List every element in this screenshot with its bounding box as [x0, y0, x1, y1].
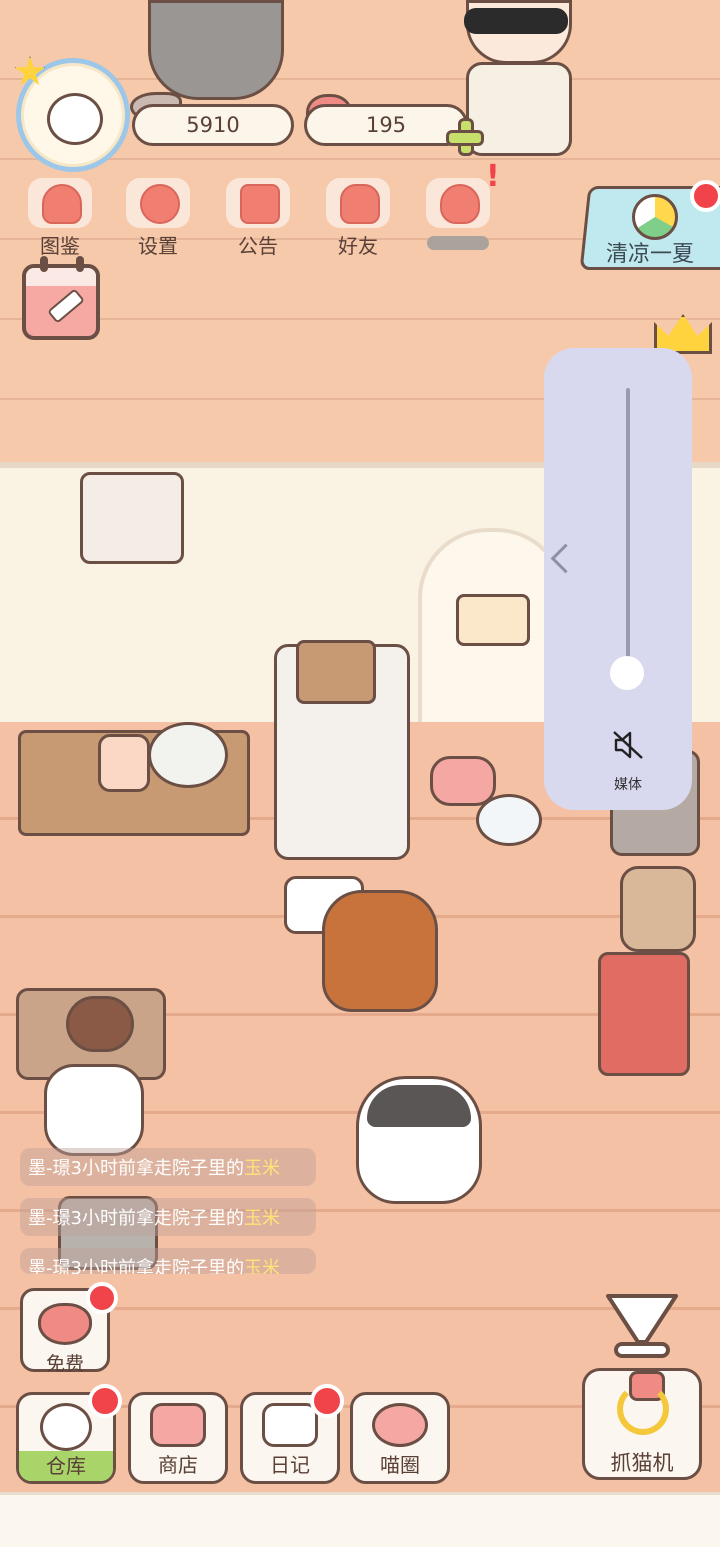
check-in-calendar-button[interactable]: [22, 256, 100, 340]
nav-shop-label: 商店: [158, 1453, 198, 1477]
menu-notice-label: 公告: [238, 234, 278, 258]
cat-book-icon: [28, 178, 92, 228]
claw-machine-button[interactable]: 抓猫机: [582, 1368, 702, 1480]
microwave[interactable]: [80, 472, 184, 564]
nav-shop-button[interactable]: 商店: [128, 1392, 228, 1484]
menu-settings-button[interactable]: 设置: [116, 178, 200, 262]
fish-coin-value: 5910: [186, 113, 240, 137]
alert-icon: !: [486, 159, 500, 194]
nav-storage-label: 仓库: [46, 1454, 86, 1478]
menu-heart-bar: [427, 236, 489, 250]
heart-break-icon: [426, 178, 490, 228]
shop-icon: [150, 1403, 206, 1447]
diary-icon: [262, 1403, 318, 1447]
brown-cat[interactable]: [66, 996, 134, 1052]
chat-user: 墨-璟: [28, 1158, 71, 1179]
mute-icon[interactable]: [612, 730, 644, 760]
down-arrow-icon: [606, 1294, 678, 1358]
rice-cooker[interactable]: [44, 1064, 144, 1156]
cat-head-patch: [367, 1085, 471, 1127]
gray-cat-sprite[interactable]: [148, 0, 284, 100]
heart-value: 195: [365, 113, 407, 137]
tabby-cat[interactable]: [322, 890, 438, 1012]
chat-user: 墨-璟: [28, 1258, 71, 1274]
free-notification-dot: [86, 1282, 118, 1314]
claw-machine-label: 抓猫机: [610, 1451, 674, 1475]
menu-settings-label: 设置: [138, 234, 178, 258]
menu-notice-button[interactable]: 公告: [216, 178, 300, 262]
gift-icon: [226, 178, 290, 228]
pencil-icon: [47, 288, 85, 324]
nav-cat-circle-button[interactable]: 喵圈: [350, 1392, 450, 1484]
storage-icon: [40, 1403, 92, 1451]
hanging-lamp: [456, 594, 530, 646]
volume-slider-thumb[interactable]: [610, 656, 644, 690]
storage-notification-dot: [88, 1384, 122, 1418]
avatar-face: [47, 93, 103, 145]
chat-text: 3小时前拿走院子里的: [70, 1158, 244, 1179]
fish-coin-counter: 5910: [132, 104, 294, 146]
cat-planet-icon: [372, 1403, 428, 1447]
claw-icon: [617, 1383, 669, 1435]
ice-shaver[interactable]: [598, 952, 690, 1076]
free-label: 免费: [45, 1353, 84, 1375]
chat-message: 墨-璟 3小时前拿走院子里的 玉米: [20, 1198, 316, 1236]
nav-cat-circle-label: 喵圈: [380, 1453, 420, 1477]
heart-icon: [38, 1303, 92, 1345]
chat-message: 墨-璟 3小时前拿走院子里的 玉米: [20, 1248, 316, 1274]
calendar-ring-right: [76, 256, 84, 272]
utensil-holder: [296, 640, 376, 704]
calico-cat[interactable]: [356, 1076, 482, 1204]
sunglasses-icon: [464, 8, 568, 34]
gear-icon: [126, 178, 190, 228]
event-notification-dot: [690, 180, 720, 212]
frying-pan[interactable]: [148, 722, 228, 788]
media-label: 媒体: [614, 777, 642, 793]
beach-ball-icon: [632, 194, 678, 240]
chat-item: 玉米: [243, 1258, 280, 1274]
pink-blender[interactable]: [430, 756, 496, 806]
jam-jar[interactable]: [98, 734, 150, 792]
chat-text: 3小时前拿走院子里的: [70, 1208, 244, 1229]
bottom-strip: [0, 1492, 720, 1547]
menu-friends-button[interactable]: 好友: [316, 178, 400, 262]
chat-message: 墨-璟 3小时前拿走院子里的 玉米: [20, 1148, 316, 1186]
chat-item: 玉米: [243, 1158, 280, 1179]
nav-diary-label: 日记: [270, 1453, 310, 1477]
menu-catalog-button[interactable]: 图鉴: [18, 178, 102, 262]
menu-friends-label: 好友: [338, 234, 378, 258]
rice-pot[interactable]: [620, 866, 696, 952]
volume-slider-track[interactable]: [626, 388, 630, 678]
menu-catalog-label: 图鉴: [40, 234, 80, 258]
diary-notification-dot: [310, 1384, 344, 1418]
chat-item: 玉米: [243, 1208, 280, 1229]
calendar-ring-left: [40, 256, 48, 272]
friends-icon: [326, 178, 390, 228]
event-label: 清凉一夏: [606, 242, 695, 267]
white-bowl[interactable]: [476, 794, 542, 846]
player-character[interactable]: [436, 0, 596, 190]
add-hearts-button[interactable]: [444, 116, 484, 156]
calendar-header: [26, 268, 96, 286]
chat-user: 墨-璟: [28, 1208, 71, 1229]
chat-text: 3小时前拿走院子里的: [70, 1258, 244, 1274]
